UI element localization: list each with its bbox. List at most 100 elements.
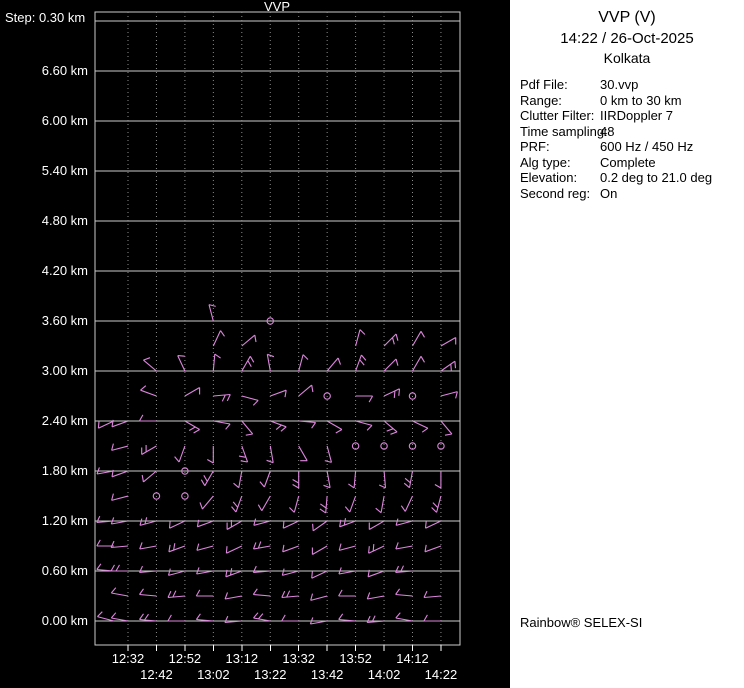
wind-barb: [395, 518, 413, 526]
wind-barb: [167, 590, 185, 599]
wind-barb: [97, 420, 115, 429]
wind-profile-chart-area: Step: 0.30 km VVP 12:32 12:42 12:52 13:02 13…: [0, 0, 510, 688]
info-label: Pdf File:: [520, 77, 568, 92]
y-tick-label: 4.80 km: [42, 213, 88, 228]
wind-barb: [412, 356, 425, 372]
vvp-product-window: Step: 0.30 km VVP 12:32 12:42 12:52 13:02 13…: [0, 0, 744, 688]
wind-barb: [368, 520, 385, 530]
wind-barb: [423, 590, 441, 599]
wind-barb: [434, 471, 442, 489]
wind-barb: [412, 420, 429, 433]
y-tick-label: 1.80 km: [42, 463, 88, 478]
wind-barb: [412, 331, 425, 347]
wind-barb: [111, 443, 129, 451]
wind-barb: [196, 543, 214, 551]
y-tick-label: 6.60 km: [42, 63, 88, 78]
wind-barb: [241, 395, 259, 406]
info-label: Second reg:: [520, 185, 591, 201]
wind-barb: [252, 541, 271, 550]
wind-barb: [395, 588, 413, 597]
info-label: Alg type:: [520, 154, 571, 170]
wind-barb: [282, 520, 299, 529]
wind-barb: [383, 388, 401, 398]
wind-barb: [195, 589, 214, 597]
wind-barb: [233, 470, 243, 489]
wind-barb: [326, 420, 343, 434]
wind-barb: [259, 470, 271, 488]
wind-barb: [355, 329, 366, 347]
x-tick-label: 14:12: [396, 651, 429, 666]
y-tick-label: 3.60 km: [42, 313, 88, 328]
x-tick-label: 14:22: [425, 667, 458, 682]
wind-barb: [298, 420, 317, 429]
info-value: IIRDoppler 7: [600, 108, 673, 123]
wind-barb: [395, 542, 413, 550]
wind-barb: [281, 568, 299, 576]
info-row-elevation: Elevation: 0.2 deg to 21.0 deg: [510, 170, 744, 186]
wind-barb: [212, 353, 221, 372]
info-row-pdf-file: Pdf File: 30.vvp: [510, 77, 744, 93]
info-row-clutter-filter: Clutter Filter: IIRDoppler 7: [510, 108, 744, 124]
info-value: 30.vvp: [600, 77, 639, 92]
wind-barb: [338, 589, 356, 597]
wind-barb: [440, 391, 458, 399]
step-label: Step: 0.30 km: [5, 10, 85, 25]
wind-barb: [440, 337, 457, 347]
y-tick-label: 6.00 km: [42, 113, 88, 128]
info-row-second-reg: Second reg: On: [510, 186, 744, 202]
wind-barb: [355, 420, 373, 431]
wind-barb: [224, 592, 242, 600]
wind-barb: [281, 590, 299, 599]
wind-barb: [167, 614, 185, 622]
wind-barb: [311, 570, 328, 579]
x-tick-label: 12:52: [169, 651, 202, 666]
wind-barb: [348, 470, 357, 489]
y-tick-label: 0.60 km: [42, 563, 88, 578]
wind-barb: [174, 445, 186, 463]
wind-barb: [298, 384, 314, 397]
wind-barb: [338, 543, 356, 551]
info-row-time-sampling: Time sampling:48: [510, 124, 744, 140]
wind-barb: [195, 613, 214, 622]
info-row-alg-type: Alg type: Complete: [510, 155, 744, 171]
y-tick-label: 3.00 km: [42, 363, 88, 378]
wind-barb: [184, 420, 200, 434]
x-tick-label: 14:02: [368, 667, 401, 682]
wind-barb: [110, 612, 129, 622]
wind-barb: [338, 613, 356, 622]
info-label: Elevation:: [520, 170, 578, 185]
y-tick-label: 5.40 km: [42, 163, 88, 178]
wind-barb: [140, 385, 157, 397]
wind-barb: [208, 304, 216, 322]
wind-barb: [141, 470, 157, 483]
product-title: VVP (V): [598, 9, 656, 26]
wind-barb: [200, 470, 214, 486]
wind-barb: [138, 414, 157, 422]
wind-barb: [324, 445, 333, 463]
wind-barb: [139, 542, 157, 550]
wind-barbs-layer: [96, 304, 458, 625]
wind-barb: [253, 518, 271, 526]
wind-barb: [167, 568, 186, 576]
wind-barb: [139, 565, 157, 574]
wind-barb: [292, 471, 300, 489]
wind-barb: [212, 330, 225, 347]
wind-barb: [139, 588, 157, 597]
info-value: 0.2 deg to 21.0 deg: [600, 170, 713, 185]
y-tick-label: 4.20 km: [42, 263, 88, 278]
wind-barb: [241, 334, 257, 347]
wind-barb: [312, 520, 328, 532]
wind-barb: [97, 611, 114, 622]
axis-labels: 12:3212:4212:5213:0213:1213:2213:3213:42…: [42, 63, 457, 682]
wind-barb: [424, 520, 442, 529]
wind-barb: [213, 393, 231, 402]
wind-barb: [207, 446, 214, 464]
wind-barb: [238, 445, 249, 463]
wind-barb: [282, 544, 299, 553]
wind-barb: [252, 588, 271, 597]
x-tick-label: 13:22: [254, 667, 287, 682]
wind-barb: [355, 395, 374, 403]
wind-barb: [225, 545, 243, 554]
wind-barb: [253, 612, 271, 622]
wind-barb: [366, 592, 385, 600]
